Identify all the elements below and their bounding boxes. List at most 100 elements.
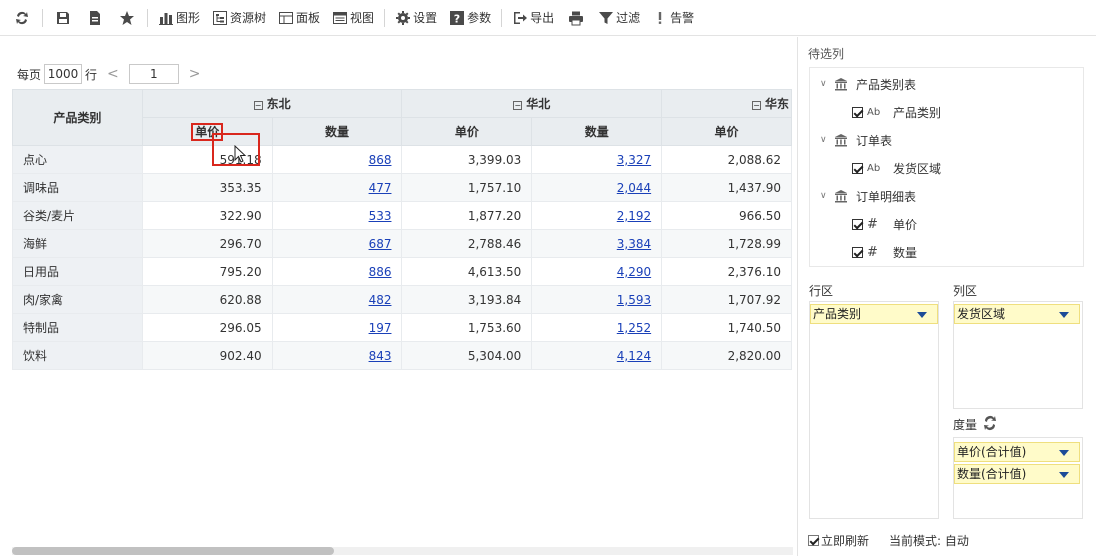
field-checkbox[interactable] xyxy=(852,162,863,174)
scrollbar-thumb[interactable] xyxy=(12,547,334,555)
price-cell[interactable]: 902.40 xyxy=(141,341,273,370)
quantity-link[interactable]: 868 xyxy=(369,153,392,167)
price-cell[interactable]: 591.18 xyxy=(141,145,273,174)
quantity-cell[interactable]: 1,593 xyxy=(531,285,663,314)
quantity-cell[interactable]: 2,192 xyxy=(531,201,663,230)
quantity-cell[interactable]: 3,384 xyxy=(531,229,663,258)
quantity-link[interactable]: 4,290 xyxy=(617,265,651,279)
price-cell[interactable]: 3,399.03 xyxy=(401,145,533,174)
price-cell[interactable]: 3,193.84 xyxy=(401,285,533,314)
quantity-cell[interactable]: 4,124 xyxy=(531,341,663,370)
measure-header[interactable]: 数量 xyxy=(271,117,403,146)
row-zone[interactable] xyxy=(809,301,939,519)
dropdown-arrow-icon[interactable] xyxy=(1059,450,1069,456)
quantity-link[interactable]: 1,252 xyxy=(617,321,651,335)
chevron-down-icon[interactable]: ∨ xyxy=(820,191,834,201)
price-cell[interactable]: 1,753.60 xyxy=(401,313,533,342)
quantity-link[interactable]: 3,327 xyxy=(617,153,651,167)
chevron-down-icon[interactable]: ∨ xyxy=(820,135,834,145)
quantity-cell[interactable]: 4,290 xyxy=(531,257,663,286)
prev-page-button[interactable]: < xyxy=(107,66,119,82)
measure-pill-unit-price[interactable]: 单价(合计值) xyxy=(954,442,1080,462)
tree-node-order-detail-table[interactable]: ∨ 订单明细表 xyxy=(820,186,916,206)
price-cell[interactable]: 2,088.62 xyxy=(661,145,792,174)
price-cell[interactable]: 5,304.00 xyxy=(401,341,533,370)
price-cell[interactable]: 296.05 xyxy=(141,313,273,342)
favorite-button[interactable] xyxy=(113,6,143,30)
dropdown-arrow-icon[interactable] xyxy=(917,312,927,318)
resource-tree-button[interactable]: 资源树 xyxy=(208,6,270,30)
tree-node-order-table[interactable]: ∨ 订单表 xyxy=(820,130,892,150)
chart-button[interactable]: 图形 xyxy=(154,6,204,30)
price-cell[interactable]: 2,376.10 xyxy=(661,257,792,286)
panel-button[interactable]: 面板 xyxy=(274,6,324,30)
collapse-icon[interactable]: − xyxy=(513,101,523,110)
quantity-link[interactable]: 533 xyxy=(369,209,392,223)
field-checkbox[interactable] xyxy=(852,106,863,118)
region-header[interactable]: − 华东 xyxy=(661,89,792,118)
collapse-icon[interactable]: − xyxy=(253,101,263,110)
quantity-link[interactable]: 2,044 xyxy=(617,181,651,195)
quantity-link[interactable]: 2,192 xyxy=(617,209,651,223)
quantity-cell[interactable]: 2,044 xyxy=(531,173,663,202)
horizontal-scrollbar[interactable] xyxy=(12,547,793,555)
price-cell[interactable]: 1,437.90 xyxy=(661,173,792,202)
price-cell[interactable]: 1,740.50 xyxy=(661,313,792,342)
dropdown-arrow-icon[interactable] xyxy=(1059,312,1069,318)
quantity-cell[interactable]: 868 xyxy=(271,145,403,174)
price-cell[interactable]: 1,728.99 xyxy=(661,229,792,258)
quantity-link[interactable]: 886 xyxy=(369,265,392,279)
swap-icon[interactable] xyxy=(983,415,997,431)
settings-button[interactable]: 设置 xyxy=(391,6,441,30)
view-button[interactable]: 视图 xyxy=(328,6,378,30)
price-cell[interactable]: 2,820.00 xyxy=(661,341,792,370)
quantity-cell[interactable]: 843 xyxy=(271,341,403,370)
quantity-link[interactable]: 477 xyxy=(369,181,392,195)
row-field-pill[interactable]: 产品类别 xyxy=(810,304,938,324)
params-button[interactable]: ? 参数 xyxy=(445,6,495,30)
field-checkbox[interactable] xyxy=(852,246,863,258)
quantity-cell[interactable]: 482 xyxy=(271,285,403,314)
measure-header[interactable]: 数量 xyxy=(531,117,663,146)
quantity-cell[interactable]: 1,252 xyxy=(531,313,663,342)
price-cell[interactable]: 353.35 xyxy=(141,173,273,202)
filter-button[interactable]: 过滤 xyxy=(594,6,644,30)
quantity-cell[interactable]: 197 xyxy=(271,313,403,342)
price-cell[interactable]: 795.20 xyxy=(141,257,273,286)
price-cell[interactable]: 2,788.46 xyxy=(401,229,533,258)
field-checkbox[interactable] xyxy=(852,218,863,230)
measure-header[interactable]: 单价 xyxy=(661,117,792,146)
quantity-link[interactable]: 843 xyxy=(369,349,392,363)
measure-pill-quantity[interactable]: 数量(合计值) xyxy=(954,464,1080,484)
measure-header[interactable]: 单价 xyxy=(141,117,273,146)
quantity-link[interactable]: 1,593 xyxy=(617,293,651,307)
price-cell[interactable]: 1,707.92 xyxy=(661,285,792,314)
quantity-link[interactable]: 687 xyxy=(369,237,392,251)
per-page-input[interactable] xyxy=(44,64,83,84)
price-cell[interactable]: 322.90 xyxy=(141,201,273,230)
page-number-input[interactable]: 1 xyxy=(128,64,179,84)
price-cell[interactable]: 4,613.50 xyxy=(401,257,533,286)
tree-field-ship-region[interactable]: Ab 发货区域 xyxy=(852,158,941,178)
save-as-button[interactable] xyxy=(81,6,111,30)
quantity-link[interactable]: 197 xyxy=(369,321,392,335)
quantity-cell[interactable]: 687 xyxy=(271,229,403,258)
quantity-cell[interactable]: 477 xyxy=(271,173,403,202)
chevron-down-icon[interactable]: ∨ xyxy=(820,79,834,89)
export-button[interactable]: 导出 xyxy=(508,6,558,30)
collapse-icon[interactable]: − xyxy=(751,101,761,110)
quantity-link[interactable]: 3,384 xyxy=(617,237,651,251)
save-button[interactable] xyxy=(49,6,79,30)
measure-header[interactable]: 单价 xyxy=(401,117,533,146)
tree-field-quantity[interactable]: # 数量 xyxy=(852,242,917,262)
instant-refresh-checkbox[interactable] xyxy=(808,535,819,546)
region-header[interactable]: − 东北 xyxy=(141,89,403,118)
tree-field-unit-price[interactable]: # 单价 xyxy=(852,214,917,234)
next-page-button[interactable]: > xyxy=(189,66,201,82)
column-field-pill[interactable]: 发货区域 xyxy=(954,304,1080,324)
tree-field-product-category[interactable]: Ab 产品类别 xyxy=(852,102,941,122)
tree-node-product-category-table[interactable]: ∨ 产品类别表 xyxy=(820,74,916,94)
price-cell[interactable]: 620.88 xyxy=(141,285,273,314)
dropdown-arrow-icon[interactable] xyxy=(1059,472,1069,478)
instant-refresh-label[interactable]: 立即刷新 xyxy=(821,532,869,549)
